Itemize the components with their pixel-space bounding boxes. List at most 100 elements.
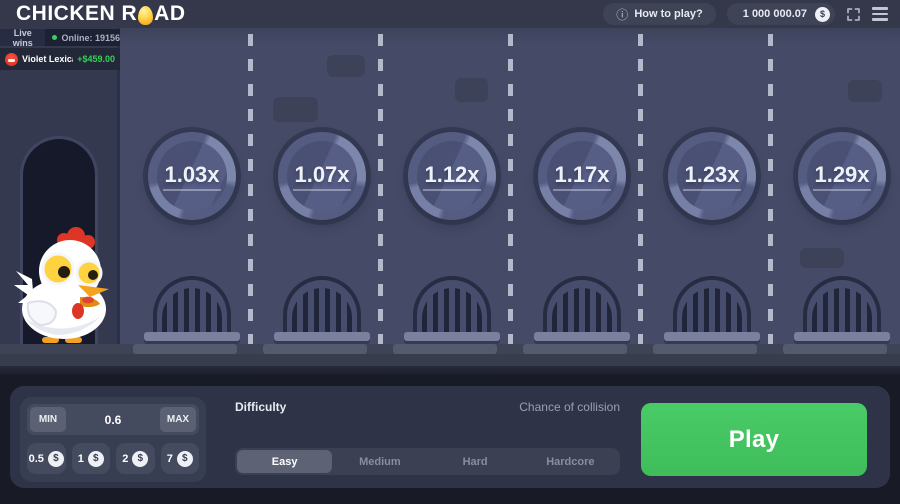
how-to-play-label: How to play? bbox=[634, 8, 703, 20]
chip-value: 0.5 bbox=[28, 452, 44, 465]
quick-bet-chips: 0.5 $ 1 $ 2 $ 7 $ bbox=[27, 443, 199, 474]
sewer-bars bbox=[422, 288, 482, 332]
sewer-ledge bbox=[794, 332, 890, 341]
sewer-bars bbox=[812, 288, 872, 332]
multiplier-value: 1.29x bbox=[813, 162, 871, 191]
player-avatar bbox=[5, 52, 18, 66]
tab-easy[interactable]: Easy bbox=[237, 450, 333, 473]
lane-5: 1.23x bbox=[637, 28, 770, 352]
online-count: Online: 19156 bbox=[61, 32, 120, 43]
multiplier-value: 1.07x bbox=[293, 162, 351, 191]
road: 1.03x 1.07x 1.12x 1.17x 1.23x 1.29x bbox=[120, 28, 900, 352]
currency-coin-icon: $ bbox=[176, 450, 193, 467]
tab-hard[interactable]: Hard bbox=[428, 450, 523, 473]
multiplier-coin-face: 1.23x bbox=[677, 141, 747, 211]
chip-1-button[interactable]: 1 $ bbox=[71, 443, 110, 474]
difficulty-label: Difficulty bbox=[235, 400, 287, 414]
egg-icon bbox=[138, 5, 154, 25]
curb bbox=[0, 344, 900, 354]
sewer-grate-icon bbox=[803, 276, 881, 332]
min-bet-button[interactable]: MIN bbox=[30, 407, 66, 432]
lane-6: 1.29x bbox=[767, 28, 900, 352]
online-dot-icon bbox=[52, 35, 58, 40]
multiplier-coin: 1.17x bbox=[538, 132, 626, 220]
chip-value: 1 bbox=[77, 452, 84, 465]
player-name: Violet Lexical ... bbox=[22, 54, 73, 64]
multiplier-coin: 1.12x bbox=[408, 132, 496, 220]
multiplier-coin: 1.07x bbox=[278, 132, 366, 220]
fullscreen-button[interactable] bbox=[846, 7, 861, 22]
multiplier-coin-face: 1.17x bbox=[547, 141, 617, 211]
difficulty-tabs: Easy Medium Hard Hardcore bbox=[235, 448, 620, 475]
fullscreen-icon bbox=[847, 7, 860, 21]
bet-controls: MIN 0.6 MAX 0.5 $ 1 $ 2 $ 7 $ bbox=[20, 397, 206, 482]
bet-value[interactable]: 0.6 bbox=[70, 413, 156, 427]
lane-4: 1.17x bbox=[507, 28, 640, 352]
lane-2: 1.07x bbox=[247, 28, 380, 352]
sewer-ledge bbox=[274, 332, 370, 341]
control-panel: MIN 0.6 MAX 0.5 $ 1 $ 2 $ 7 $ Difficulty bbox=[10, 386, 890, 488]
difficulty-header: Difficulty Chance of collision bbox=[235, 400, 620, 414]
play-button[interactable]: Play bbox=[641, 403, 867, 476]
multiplier-value: 1.23x bbox=[683, 162, 741, 191]
menu-button[interactable] bbox=[872, 7, 888, 21]
top-bar: CHICKEN R AD ⓘ How to play? 1 000 000.07 … bbox=[0, 0, 900, 28]
live-wins-header: Live wins Online: 19156 bbox=[0, 28, 120, 48]
multiplier-coin: 1.03x bbox=[148, 132, 236, 220]
sewer-ledge bbox=[144, 332, 240, 341]
currency-coin-icon: $ bbox=[132, 450, 149, 467]
sewer-grate-icon bbox=[153, 276, 231, 332]
chip-value: 7 bbox=[166, 452, 173, 465]
chicken-character bbox=[14, 227, 109, 343]
multiplier-coin-face: 1.12x bbox=[417, 141, 487, 211]
bet-amount-box: MIN 0.6 MAX bbox=[27, 404, 199, 435]
live-win-entry: Violet Lexical ... +$459.00 bbox=[0, 48, 120, 70]
lanes: 1.03x 1.07x 1.12x 1.17x 1.23x 1.29x bbox=[120, 28, 900, 352]
sewer-grate-icon bbox=[673, 276, 751, 332]
multiplier-coin-face: 1.29x bbox=[807, 141, 877, 211]
multiplier-coin: 1.23x bbox=[668, 132, 756, 220]
multiplier-coin: 1.29x bbox=[798, 132, 886, 220]
multiplier-value: 1.03x bbox=[163, 162, 221, 191]
game-area: 1.03x 1.07x 1.12x 1.17x 1.23x 1.29x Live… bbox=[0, 28, 900, 375]
sidewalk-shadow bbox=[0, 366, 900, 375]
chance-of-collision-label: Chance of collision bbox=[519, 400, 620, 414]
logo-text-right: AD bbox=[154, 2, 186, 25]
chip-0.5-button[interactable]: 0.5 $ bbox=[27, 443, 66, 474]
multiplier-coin-face: 1.07x bbox=[287, 141, 357, 211]
info-icon: ⓘ bbox=[616, 7, 629, 22]
sewer-bars bbox=[162, 288, 222, 332]
sewer-grate-icon bbox=[413, 276, 491, 332]
sewer-bars bbox=[292, 288, 352, 332]
max-bet-button[interactable]: MAX bbox=[160, 407, 196, 432]
sewer-bars bbox=[552, 288, 612, 332]
chip-2-button[interactable]: 2 $ bbox=[116, 443, 155, 474]
currency-coin-icon: $ bbox=[47, 450, 64, 467]
sewer-ledge bbox=[404, 332, 500, 341]
balance-value: 1 000 000.07 bbox=[742, 8, 807, 20]
multiplier-coin-face: 1.03x bbox=[157, 141, 227, 211]
sewer-ledge bbox=[664, 332, 760, 341]
app-logo: CHICKEN R AD bbox=[16, 2, 186, 26]
live-wins-tab[interactable]: Live wins bbox=[0, 28, 46, 48]
currency-coin-icon: $ bbox=[87, 450, 104, 467]
logo-text-left: CHICKEN R bbox=[16, 2, 138, 25]
sewer-grate-icon bbox=[543, 276, 621, 332]
sewer-ledge bbox=[534, 332, 630, 341]
win-amount: +$459.00 bbox=[77, 54, 115, 64]
topbar-actions: ⓘ How to play? 1 000 000.07 $ bbox=[603, 3, 888, 25]
chip-value: 2 bbox=[122, 452, 129, 465]
how-to-play-button[interactable]: ⓘ How to play? bbox=[603, 3, 716, 25]
currency-coin-icon: $ bbox=[815, 6, 830, 22]
multiplier-value: 1.12x bbox=[423, 162, 481, 191]
sidewalk bbox=[0, 354, 900, 366]
lane-1: 1.03x bbox=[120, 28, 250, 344]
lane-3: 1.12x bbox=[377, 28, 510, 352]
balance-display[interactable]: 1 000 000.07 $ bbox=[726, 3, 835, 25]
tab-hardcore[interactable]: Hardcore bbox=[523, 450, 618, 473]
live-wins-widget: Live wins Online: 19156 Violet Lexical .… bbox=[0, 28, 120, 70]
chip-7-button[interactable]: 7 $ bbox=[160, 443, 199, 474]
menu-icon bbox=[872, 7, 888, 10]
tab-medium[interactable]: Medium bbox=[332, 450, 427, 473]
sewer-bars bbox=[682, 288, 742, 332]
